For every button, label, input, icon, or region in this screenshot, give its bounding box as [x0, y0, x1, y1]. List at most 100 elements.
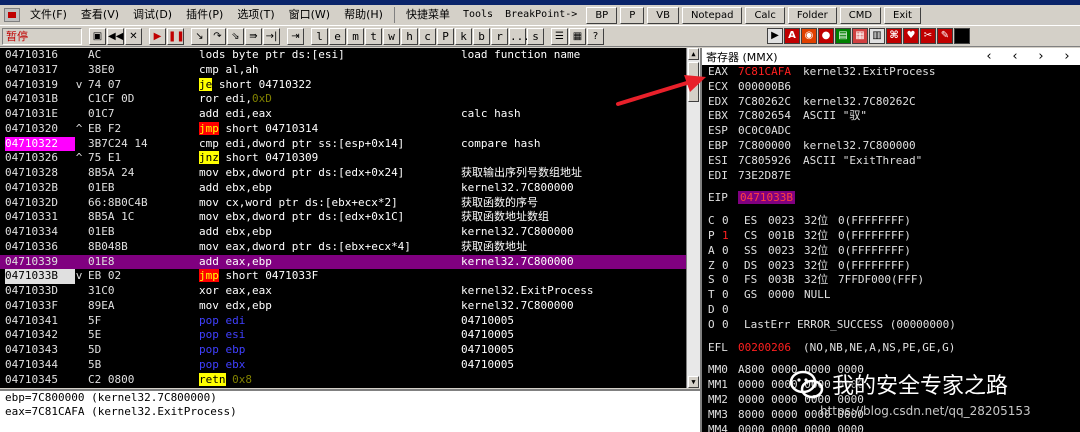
menu-options[interactable]: 选项(T) [230, 6, 281, 24]
p-button[interactable]: P [620, 6, 645, 24]
goto-icon[interactable]: ⇥ [287, 27, 304, 45]
window-handles-button[interactable]: h [401, 27, 418, 45]
window-patches-button[interactable]: P [437, 27, 454, 45]
flag-value[interactable]: 0 [722, 288, 744, 303]
flag-value[interactable]: 0 [722, 244, 744, 259]
disasm-row[interactable]: 0471032D 66:8B0C4B mov cx,word ptr ds:[ebx… [0, 196, 686, 211]
register-value[interactable]: 0000 0000 0000 0000 [738, 423, 864, 432]
disasm-row[interactable]: 0471033D 31C0 xor eax,eax kernel32.ExitProc… [0, 284, 686, 299]
register-value[interactable]: 73E2D87E [738, 169, 803, 184]
registers-panel[interactable]: 寄存器 (MMX) ‹ ‹ › › EAX 7C81CAFA kernel32.Ex… [700, 48, 1080, 432]
window-run-trace-button[interactable]: ... [509, 27, 530, 45]
flag-row[interactable]: Z 0 DS 0023 32位 0(FFFFFFFF) [702, 259, 1080, 274]
help-icon[interactable]: ? [587, 27, 604, 45]
flag-row[interactable]: A 0 SS 0023 32位 0(FFFFFFFF) [702, 244, 1080, 259]
disasm-row[interactable]: 04710328 8B5A 24 mov ebx,dword ptr ds:[edx… [0, 166, 686, 181]
plugin-target-icon[interactable]: ◉ [801, 28, 817, 44]
flag-value[interactable]: 0 [722, 214, 744, 229]
register-esp[interactable]: ESP 0C0C0ADC [702, 124, 1080, 139]
disasm-row[interactable]: 04710334 01EB add ebx,ebp kernel32.7C800000 [0, 225, 686, 240]
disasm-row[interactable]: 04710316 AC lods byte ptr ds:[esi] load fun… [0, 48, 686, 63]
bp-button[interactable]: BP [586, 6, 618, 24]
flag-value[interactable]: 0 [722, 273, 744, 288]
flag-row[interactable]: S 0 FS 003B 32位 7FFDF000(FFF) [702, 273, 1080, 288]
flag-row[interactable]: D0 [702, 303, 1080, 318]
step-over-icon[interactable]: ↷ [209, 27, 226, 45]
plugin-grid-icon[interactable]: ▤ [835, 28, 851, 44]
disasm-row[interactable]: 0471033F 89EA mov edx,ebp kernel32.7C800000 [0, 299, 686, 314]
flag-value[interactable]: 0 [722, 259, 744, 274]
exit-button[interactable]: Exit [884, 6, 921, 24]
window-source-button[interactable]: s [527, 27, 544, 45]
grid-icon[interactable]: ▦ [569, 27, 586, 45]
register-ecx[interactable]: ECX 000000B6 [702, 80, 1080, 95]
disasm-row[interactable]: 04710326 ^ 75 E1 jnz short 04710309 [0, 151, 686, 166]
window-cpu-button[interactable]: c [419, 27, 436, 45]
flag-value[interactable]: 1 [722, 229, 744, 244]
register-mmx[interactable]: MM2 0000 0000 0000 0000 [702, 393, 1080, 408]
register-value[interactable]: 7C802654 [738, 109, 803, 124]
window-breakpoints-button[interactable]: b [473, 27, 490, 45]
flag-value[interactable]: 0 [722, 303, 744, 318]
plugin-crack-icon[interactable]: ✂ [920, 28, 936, 44]
disasm-row[interactable]: 0471031B C1CF 0D ror edi,0xD [0, 92, 686, 107]
register-value[interactable]: 7C81CAFA [738, 65, 803, 80]
menu-breakpoint[interactable]: BreakPoint-> [499, 6, 583, 24]
menu-quick[interactable]: 快捷菜单 [399, 6, 457, 24]
trace-over-icon[interactable]: ⇛ [245, 27, 262, 45]
window-memory-button[interactable]: m [347, 27, 364, 45]
register-ebp[interactable]: EBP 7C800000 kernel32.7C800000 [702, 139, 1080, 154]
vb-button[interactable]: VB [647, 6, 679, 24]
restart-icon[interactable]: ◀◀ [107, 27, 124, 45]
cmd-button[interactable]: CMD [839, 6, 882, 24]
window-callstack-button[interactable]: k [455, 27, 472, 45]
scroll-up-icon[interactable]: ▲ [688, 48, 699, 60]
register-value[interactable]: 0000 0000 0000 0000 [738, 378, 864, 391]
disasm-row[interactable]: 04710339 01E8 add eax,ebp kernel32.7C800000 [0, 254, 686, 270]
disassembly-panel[interactable]: 04710316 AC lods byte ptr ds:[esi] load fun… [0, 48, 700, 388]
flag-value[interactable]: 0 [722, 318, 744, 333]
disasm-row[interactable]: 04710322 3B7C24 14 cmp edi,dword ptr ss:[e… [0, 136, 686, 152]
plugin-record-icon[interactable]: ● [818, 28, 834, 44]
register-edx[interactable]: EDX 7C80262C kernel32.7C80262C [702, 95, 1080, 110]
plugin-a-icon[interactable]: A [784, 28, 800, 44]
window-modules-button[interactable]: e [329, 27, 346, 45]
flag-row[interactable]: P 1 CS 001B 32位 0(FFFFFFFF) [702, 229, 1080, 244]
menu-help[interactable]: 帮助(H) [337, 6, 390, 24]
list-icon[interactable]: ☰ [551, 27, 568, 45]
register-value[interactable]: A800 0000 0000 0000 [738, 363, 864, 376]
disasm-row[interactable]: 04710336 8B048B mov eax,dword ptr ds:[ebx+… [0, 240, 686, 255]
register-value[interactable]: 0C0C0ADC [738, 124, 803, 139]
menu-plugins[interactable]: 插件(P) [179, 6, 230, 24]
flag-row[interactable]: O 0 LastErr ERROR_SUCCESS (00000000) [702, 318, 1080, 333]
disasm-row[interactable]: 0471032B 01EB add ebx,ebp kernel32.7C800000 [0, 181, 686, 196]
register-mmx[interactable]: MM1 0000 0000 0000 0000 [702, 378, 1080, 393]
plugin-love-icon[interactable]: ♥ [903, 28, 919, 44]
efl-value[interactable]: 00200206 [738, 341, 803, 356]
register-mmx[interactable]: MM0 A800 0000 0000 0000 [702, 363, 1080, 378]
menu-file[interactable]: 文件(F) [23, 6, 74, 24]
prev-arrow-icon-2[interactable]: ‹ [1002, 49, 1028, 64]
register-efl[interactable]: EFL 00200206 (NO,NB,NE,A,NS,PE,GE,G) [702, 341, 1080, 356]
register-value[interactable]: 7C80262C [738, 95, 803, 110]
register-value[interactable]: 7C800000 [738, 139, 803, 154]
disasm-row[interactable]: 04710317 38E0 cmp al,ah [0, 63, 686, 78]
disasm-row[interactable]: 04710341 5F pop edi 04710005 [0, 314, 686, 329]
close-icon[interactable]: ✕ [125, 27, 142, 45]
next-arrow-icon[interactable]: › [1028, 49, 1054, 64]
window-windows-button[interactable]: w [383, 27, 400, 45]
run-icon[interactable]: ▶ [149, 27, 166, 45]
notepad-button[interactable]: Notepad [681, 6, 743, 24]
folder-button[interactable]: Folder [787, 6, 837, 24]
plugin-script-icon[interactable]: ⌘ [886, 28, 902, 44]
disasm-row[interactable]: 04710343 5D pop ebp 04710005 [0, 343, 686, 358]
window-references-button[interactable]: r [491, 27, 508, 45]
plugin-arrow-icon[interactable]: ▶ [767, 28, 783, 44]
plugin-black-icon[interactable] [954, 28, 970, 44]
plugin-solve-icon[interactable]: ✎ [937, 28, 953, 44]
window-threads-button[interactable]: t [365, 27, 382, 45]
disasm-row[interactable]: 04710344 5B pop ebx 04710005 [0, 358, 686, 373]
flag-row[interactable]: T 0 GS 0000 NULL [702, 288, 1080, 303]
disasm-row[interactable]: 04710320 ^ EB F2 jmp short 04710314 [0, 121, 686, 137]
disasm-row[interactable]: 04710345 C2 0800 retn 0x8 [0, 372, 686, 388]
